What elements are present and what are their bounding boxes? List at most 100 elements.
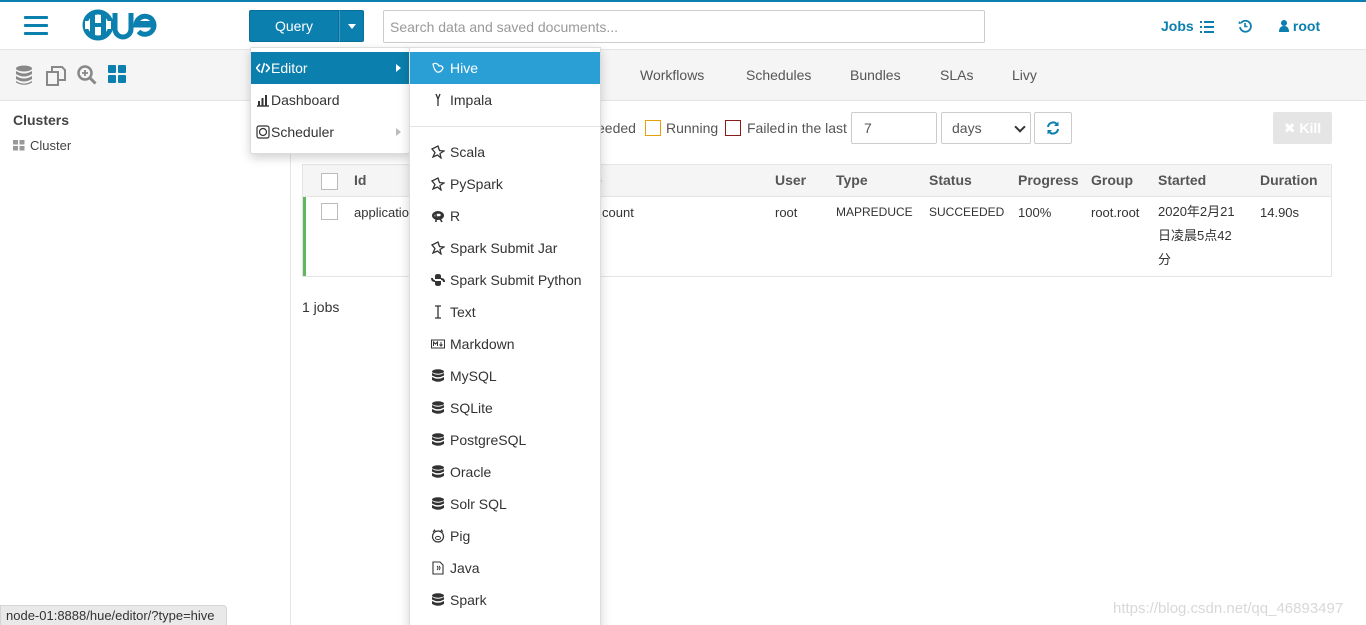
impala-label: Impala xyxy=(450,92,493,108)
scala-label: Scala xyxy=(450,144,486,160)
chart-icon xyxy=(257,95,269,107)
clusters-heading: Clusters xyxy=(13,112,70,128)
menu-item-hive[interactable]: Hive xyxy=(410,52,600,84)
row-checkbox[interactable] xyxy=(321,203,338,220)
menu-item-spark-submit-python[interactable]: Spark Submit Python xyxy=(410,264,600,296)
menu-item-r[interactable]: R xyxy=(410,200,600,232)
menu-item-editor[interactable]: Editor xyxy=(251,52,409,84)
started-line-1: 2020年2月21 xyxy=(1158,204,1235,219)
menu-item-sqlite[interactable]: SQLite xyxy=(410,392,600,424)
spark-icon xyxy=(431,177,445,191)
jobs-list-icon[interactable] xyxy=(1200,21,1214,33)
menu-item-dashboard[interactable]: Dashboard xyxy=(251,84,409,116)
job-progress: 100% xyxy=(1018,205,1052,220)
search-zoom-icon[interactable] xyxy=(77,65,97,85)
menu-item-pyspark[interactable]: PySpark xyxy=(410,168,600,200)
tab-slas[interactable]: SLAs xyxy=(940,67,973,83)
solr-sql-label: Solr SQL xyxy=(450,496,507,512)
col-started[interactable]: Started xyxy=(1158,172,1206,188)
cluster-label: Cluster xyxy=(30,138,72,153)
select-all-checkbox[interactable] xyxy=(321,173,338,190)
tab-bundles[interactable]: Bundles xyxy=(850,67,901,83)
started-line-2: 日凌晨5点42 xyxy=(1158,228,1232,243)
hive-icon xyxy=(432,62,444,73)
spark-icon xyxy=(431,241,445,255)
col-id[interactable]: Id xyxy=(354,172,366,188)
menu-item-text[interactable]: Text xyxy=(410,296,600,328)
pig-label: Pig xyxy=(450,528,471,544)
job-started: 2020年2月21 日凌晨5点42 分 xyxy=(1158,200,1235,272)
database-icon[interactable] xyxy=(15,65,33,86)
menu-item-spark[interactable]: Spark xyxy=(410,584,600,616)
editor-submenu: Hive Impala Scala PySpark R Spark Submit… xyxy=(409,47,601,625)
job-id[interactable]: applicatio xyxy=(354,205,409,220)
menu-divider xyxy=(410,126,600,127)
browser-status-bar: node-01:8888/hue/editor/?type=hive xyxy=(0,605,227,625)
menu-item-oracle[interactable]: Oracle xyxy=(410,456,600,488)
tab-livy[interactable]: Livy xyxy=(1012,67,1037,83)
running-filter-label: Running xyxy=(666,120,719,136)
failed-filter-checkbox[interactable] xyxy=(725,120,741,136)
col-duration[interactable]: Duration xyxy=(1260,172,1318,188)
query-button[interactable]: Query xyxy=(249,10,339,42)
running-filter-checkbox[interactable] xyxy=(645,120,661,136)
job-user: root xyxy=(775,205,798,220)
user-name: root xyxy=(1292,18,1321,34)
close-icon: ✖ xyxy=(1283,120,1296,136)
menu-item-solr-sql[interactable]: Solr SQL xyxy=(410,488,600,520)
cluster-item[interactable]: Cluster xyxy=(13,138,71,153)
user-menu[interactable]: root xyxy=(1279,18,1320,34)
col-progress[interactable]: Progress xyxy=(1018,172,1079,188)
sqlite-label: SQLite xyxy=(450,400,493,416)
job-duration: 14.90s xyxy=(1260,205,1300,220)
clock-icon xyxy=(256,125,270,139)
kill-label: Kill xyxy=(1299,120,1322,136)
tab-schedules[interactable]: Schedules xyxy=(746,67,811,83)
mysql-label: MySQL xyxy=(450,368,497,384)
col-status[interactable]: Status xyxy=(929,172,972,188)
menu-item-scala[interactable]: Scala xyxy=(410,136,600,168)
refresh-button[interactable] xyxy=(1034,112,1072,144)
menu-item-postgresql[interactable]: PostgreSQL xyxy=(410,424,600,456)
history-icon[interactable] xyxy=(1238,19,1252,33)
col-type[interactable]: Type xyxy=(836,172,868,188)
postgresql-label: PostgreSQL xyxy=(450,432,527,448)
time-unit-select[interactable]: days xyxy=(941,112,1031,144)
database-icon xyxy=(432,465,444,478)
hue-logo[interactable] xyxy=(82,8,182,45)
search-input[interactable] xyxy=(383,10,985,43)
tab-workflows[interactable]: Workflows xyxy=(640,67,704,83)
menu-item-mysql[interactable]: MySQL xyxy=(410,360,600,392)
succeeded-filter-label: eeded xyxy=(597,120,636,136)
menu-item-scheduler[interactable]: Scheduler xyxy=(251,116,409,148)
job-group: root.root xyxy=(1091,205,1140,220)
assist-toolbar xyxy=(0,50,290,101)
grid-icon[interactable] xyxy=(108,65,127,84)
menu-item-impala[interactable]: Impala xyxy=(410,84,600,116)
jobs-count: 1 jobs xyxy=(302,299,340,315)
menu-item-markdown[interactable]: Markdown xyxy=(410,328,600,360)
refresh-icon xyxy=(1047,121,1059,135)
col-user[interactable]: User xyxy=(775,172,806,188)
database-icon xyxy=(432,369,444,382)
menu-item-java[interactable]: Java xyxy=(410,552,600,584)
query-dropdown-caret[interactable] xyxy=(339,10,364,42)
started-line-3: 分 xyxy=(1158,252,1172,267)
documents-icon[interactable] xyxy=(45,65,66,86)
kill-button[interactable]: ✖ Kill xyxy=(1273,112,1332,144)
jobs-link[interactable]: Jobs xyxy=(1161,18,1194,34)
hamburger-menu-icon[interactable] xyxy=(24,16,48,36)
query-dropdown-menu: Editor Dashboard Scheduler xyxy=(250,47,410,154)
job-status: SUCCEEDED xyxy=(929,205,1005,219)
days-count-input[interactable]: 7 xyxy=(851,112,937,144)
oracle-label: Oracle xyxy=(450,464,492,480)
menu-item-pig[interactable]: Pig xyxy=(410,520,600,552)
submenu-arrow-icon xyxy=(396,128,401,136)
pig-icon xyxy=(431,529,445,543)
left-assist-panel: Clusters Cluster xyxy=(0,50,291,625)
col-group[interactable]: Group xyxy=(1091,172,1133,188)
menu-item-spark-submit-jar[interactable]: Spark Submit Jar xyxy=(410,232,600,264)
java-label: Java xyxy=(450,560,480,576)
editor-label: Editor xyxy=(271,60,308,76)
cluster-grid-icon xyxy=(13,140,25,151)
